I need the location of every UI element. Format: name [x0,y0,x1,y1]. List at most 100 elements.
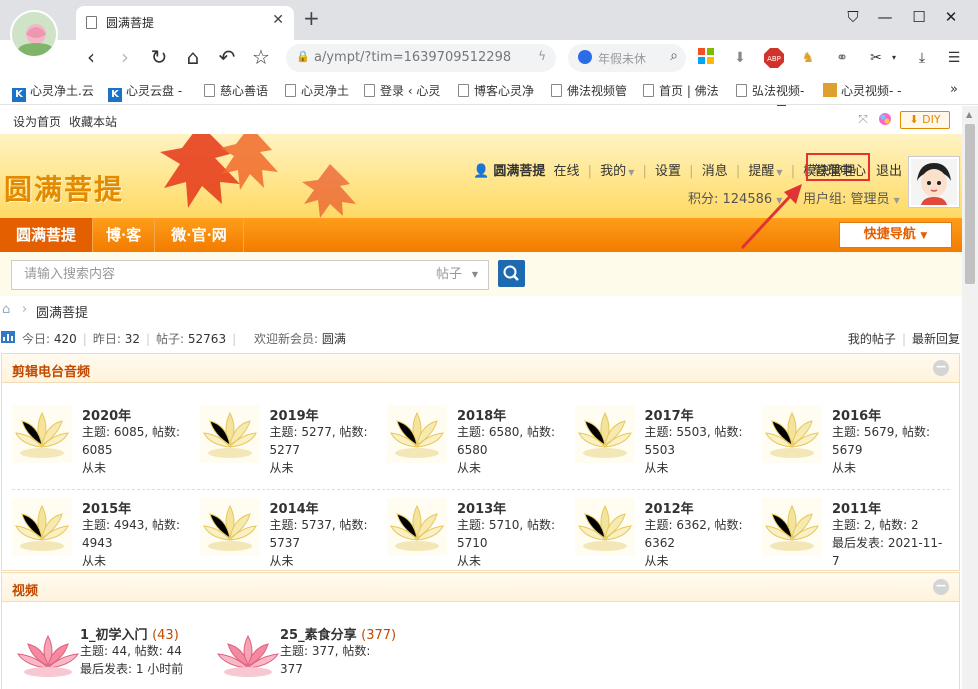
forum-item[interactable]: 2019年 主题: 5277, 帖数: 5277 从未 [199,403,385,489]
forum-name[interactable]: 2019年 [270,405,319,424]
forum-item[interactable]: 2016年 主题: 5679, 帖数: 5679 从未 [762,403,947,489]
new-member-link[interactable]: 圆满 [322,332,346,346]
undo-icon[interactable]: ↶ [214,44,240,70]
forum-name-text[interactable]: 2015年 [82,502,131,517]
forum-name[interactable]: 2015年 [82,498,131,517]
messages-link[interactable]: 消息 [702,164,728,179]
forum-name[interactable]: 2014年 [270,498,319,517]
admin-center-link[interactable]: 管理中心 [814,160,866,179]
search-type-select[interactable]: 帖子 ▼ [428,260,489,290]
more-bookmarks-icon[interactable]: » [950,82,958,97]
lotus-icon[interactable] [199,498,260,556]
forum-name-text[interactable]: 2012年 [645,502,694,517]
nav-tab-home[interactable]: 圆满菩提 [0,218,93,252]
close-window-icon[interactable]: ✕ [936,8,966,26]
forum-name[interactable]: 25_素食分享 (377) [280,624,396,643]
forum-item[interactable]: 2011年主题: 2, 帖数: 2最后发表: 2021-11-722:59 [762,496,947,586]
forum-item[interactable]: 25_素食分享 (377) 主题: 377, 帖数: 377 [216,622,401,689]
nav-tab-micro-site[interactable]: 微·官·网 [155,218,244,252]
online-status[interactable]: 在线 [553,164,579,179]
forum-name-text[interactable]: 2018年 [457,409,506,424]
set-homepage-link[interactable]: 设为首页 [13,113,61,130]
search-button[interactable] [498,260,525,287]
lotus-icon[interactable] [762,405,822,463]
forum-name[interactable]: 1_初学入门 (43) [80,624,179,643]
my-posts-link[interactable]: 我的帖子 [848,332,896,346]
site-search-input[interactable]: 请输入搜索内容 [11,260,429,290]
lotus-icon[interactable] [199,405,260,463]
bookmark-item[interactable]: 慈心善语 [204,82,274,99]
color-palette-icon[interactable] [878,112,892,126]
scissors-icon[interactable]: ✂ [866,48,886,68]
address-bar[interactable]: 🔒 a/ympt/?tim=1639709512298 ϟ [286,44,556,72]
forum-item[interactable]: 1_初学入门 (43) 主题: 44, 帖数: 44 最后发表: 1 小时前 [16,622,201,689]
breadcrumb-current[interactable]: 圆满菩提 [36,302,88,321]
fullscreen-icon[interactable]: ⤧ [856,112,870,126]
bookmark-item[interactable]: 登录 ‹ 心灵 [364,82,444,99]
lotus-icon[interactable] [12,498,72,556]
download-icon[interactable]: ⤓ [912,48,932,68]
forum-name[interactable]: 2016年 [832,405,881,424]
bookmark-site-link[interactable]: 收藏本站 [69,113,117,130]
category-title[interactable]: 视频 [12,580,38,599]
menu-icon[interactable]: ☰ [944,48,964,68]
search-icon[interactable]: ⌕ [670,48,678,64]
lotus-icon[interactable] [12,405,72,463]
forum-name[interactable]: 2013年 [457,498,506,517]
forum-name-text[interactable]: 2014年 [270,502,319,517]
site-logo[interactable]: 圆满菩提 [4,168,124,208]
vertical-scrollbar[interactable]: ▲ [962,106,978,689]
download-arrow-icon[interactable]: ⬇ [730,48,750,68]
forum-item[interactable]: 2017年 主题: 5503, 帖数: 5503 从未 [574,403,760,489]
username-link[interactable]: 圆满菩提 [493,164,545,179]
tampermonkey-icon[interactable]: ♞ [798,48,818,68]
forward-icon[interactable]: › [112,44,138,70]
forum-name[interactable]: 2012年 [645,498,694,517]
forum-name-text[interactable]: 2016年 [832,409,881,424]
forum-name-text[interactable]: 2011年 [832,502,881,517]
close-tab-icon[interactable]: ✕ [272,12,284,28]
shirt-icon[interactable]: ⛉ [838,8,868,26]
diy-button[interactable]: ⬇ DIY [900,111,950,129]
lotus-icon[interactable] [16,632,80,689]
my-menu[interactable]: 我的 [600,164,626,179]
lotus-icon[interactable] [762,498,822,556]
bookmark-item[interactable]: 佛法视频管 [551,82,631,99]
collapse-icon[interactable]: − [933,360,949,376]
lotus-icon[interactable] [574,498,635,556]
nav-tab-blog[interactable]: 博·客 [93,218,155,252]
forum-name[interactable]: 2020年 [82,405,131,424]
forum-item[interactable]: 2013年 主题: 5710, 帖数: 5710 从未 [387,496,572,582]
lotus-icon[interactable] [574,405,635,463]
bookmark-item[interactable]: 博客心灵净 [458,82,538,99]
reminders-menu[interactable]: 提醒 [748,164,774,179]
latest-reply-link[interactable]: 最新回复 [912,332,960,346]
home-icon[interactable]: ⌂ [180,44,206,70]
lotus-icon[interactable] [216,632,280,689]
bookmark-item[interactable]: 弘法视频- [736,82,812,99]
home-icon[interactable]: ⌂ [2,302,10,317]
back-icon[interactable]: ‹ [78,44,104,70]
forum-name[interactable]: 2017年 [645,405,694,424]
forum-item[interactable]: 2015年 主题: 4943, 帖数: 4943 从未 [12,496,197,582]
lotus-icon[interactable] [387,498,447,556]
forum-name[interactable]: 2011年 [832,498,881,517]
forum-name-text[interactable]: 2013年 [457,502,506,517]
bookmark-item[interactable]: K 心灵云盘 - [108,82,190,102]
forum-name-text[interactable]: 2017年 [645,409,694,424]
bookmark-item[interactable]: K 心灵净土.云 [12,82,98,102]
forum-item[interactable]: 2018年 主题: 6580, 帖数: 6580 从未 [387,403,572,489]
collapse-icon[interactable]: − [933,579,949,595]
apps-grid-icon[interactable] [696,48,716,68]
forum-name[interactable]: 2018年 [457,405,506,424]
browser-profile-avatar[interactable] [10,10,58,58]
scroll-up-icon[interactable]: ▲ [966,110,972,119]
maximize-icon[interactable]: ☐ [904,8,934,26]
bookmark-item[interactable]: 心灵视频- - [823,82,911,99]
usergroup-menu[interactable]: 用户组: 管理员 ▼ [803,188,900,207]
forum-item[interactable]: 2020年 主题: 6085, 帖数: 6085 从未 [12,403,197,489]
link-icon[interactable]: ⚭ [832,48,852,68]
forum-item[interactable]: 2012年 主题: 6362, 帖数: 6362 从未 [574,496,760,582]
forum-name-text[interactable]: 2020年 [82,409,131,424]
forum-name-text[interactable]: 25_素食分享 [280,628,357,643]
